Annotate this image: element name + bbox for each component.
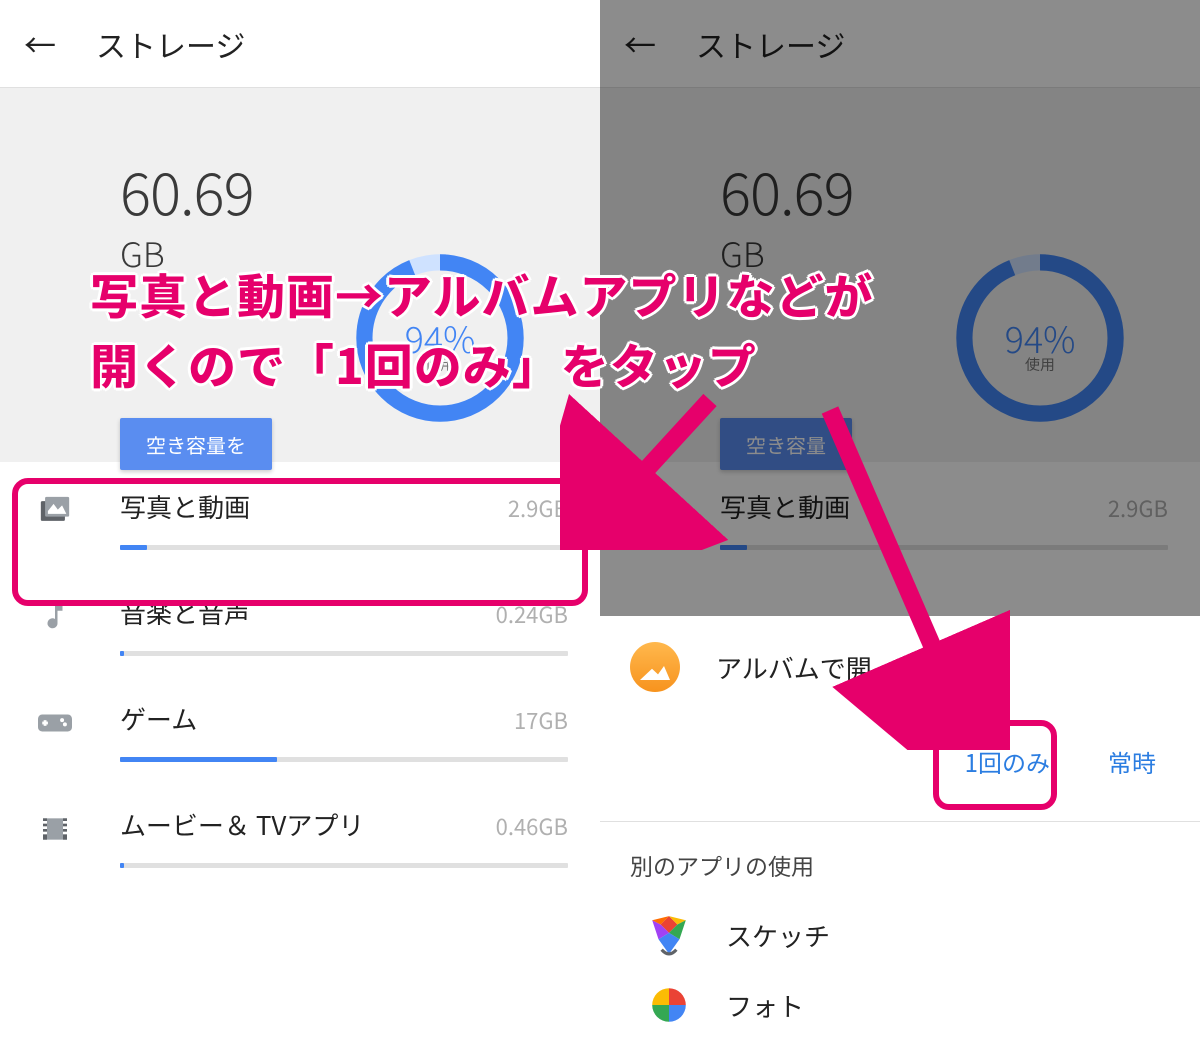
arrow-to-once (790, 390, 1010, 750)
category-size: 0.24GB (496, 598, 568, 630)
category-bar (120, 545, 568, 550)
page-title: ストレージ (96, 22, 245, 66)
category-bar (120, 863, 568, 868)
always-button[interactable]: 常時 (1104, 738, 1160, 785)
category-size: 2.9GB (508, 492, 568, 524)
category-movies[interactable]: ムービー＆ TVアプリ 0.46GB (0, 780, 600, 886)
phone-left: ← ストレージ 60.69 GB 空き容量を 94% 使用 写真と動画 2.9G… (0, 0, 600, 1063)
album-app-icon (630, 642, 680, 692)
alt-app-label: スケッチ (726, 917, 830, 954)
category-name: ゲーム (120, 700, 197, 737)
used-amount: 60.69 (120, 148, 600, 232)
back-icon[interactable]: ← (24, 28, 56, 60)
google-photos-icon (648, 984, 690, 1026)
other-apps-title: 別のアプリの使用 (600, 822, 1200, 900)
category-name: 音楽と音声 (120, 594, 250, 631)
category-music[interactable]: 音楽と音声 0.24GB (0, 568, 600, 674)
category-photos[interactable]: 写真と動画 2.9GB (0, 462, 600, 568)
category-name: 写真と動画 (120, 488, 250, 525)
category-bar (120, 757, 568, 762)
movies-icon (32, 806, 78, 852)
alt-app-label: フォト (726, 987, 804, 1024)
category-list: 写真と動画 2.9GB 音楽と音声 0.24GB (0, 462, 600, 886)
sketch-app-icon (648, 914, 690, 956)
music-icon (32, 594, 78, 640)
annotation-text-1: 写真と動画→アルバムアプリなどが (90, 260, 874, 327)
arrow-to-photos (560, 380, 740, 550)
photos-icon (32, 488, 78, 534)
category-size: 17GB (514, 704, 568, 736)
alt-app-photos[interactable]: フォト (600, 970, 1200, 1040)
category-bar (120, 651, 568, 656)
category-size: 0.46GB (496, 810, 568, 842)
topbar: ← ストレージ (0, 0, 600, 88)
free-space-button[interactable]: 空き容量を (120, 418, 272, 470)
category-games[interactable]: ゲーム 17GB (0, 674, 600, 780)
alt-app-sketch[interactable]: スケッチ (600, 900, 1200, 970)
games-icon (32, 700, 78, 746)
category-name: ムービー＆ TVアプリ (120, 806, 364, 843)
